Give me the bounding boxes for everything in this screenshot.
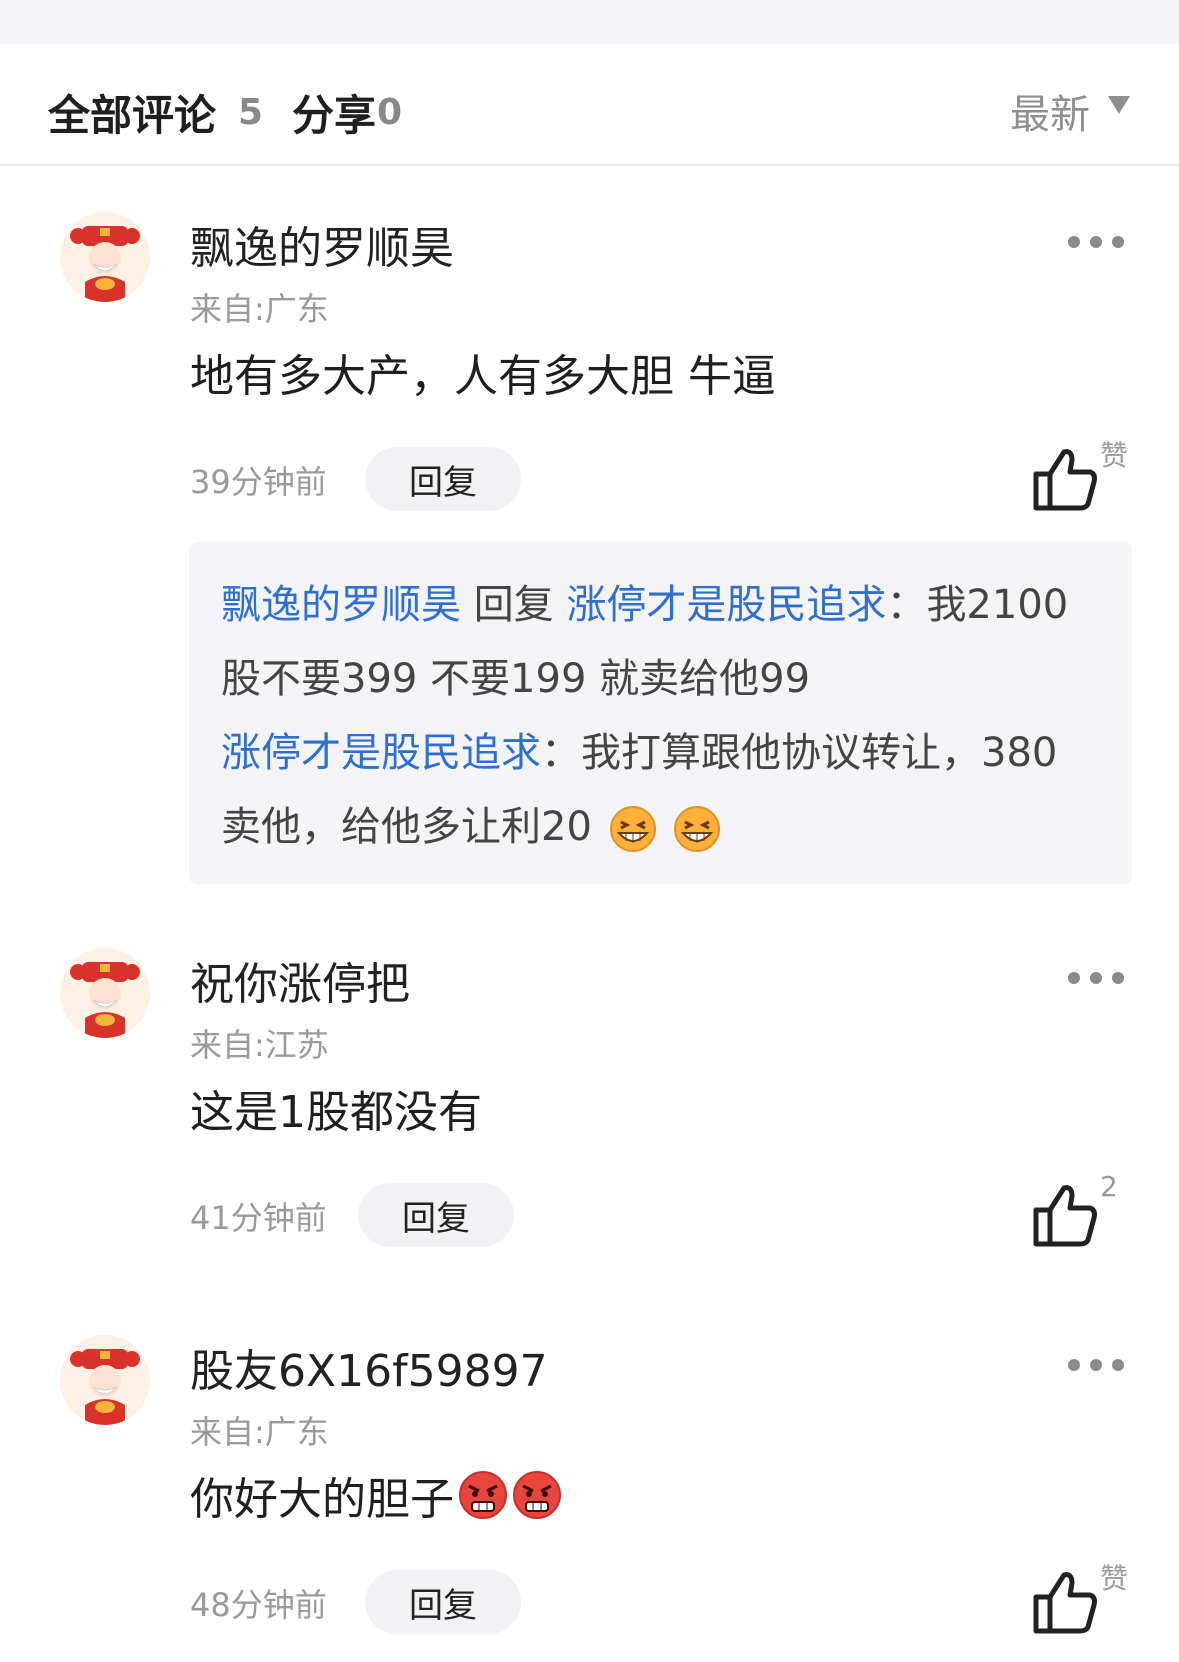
username[interactable]: 股友6X16f59897 [190, 1335, 548, 1399]
timestamp: 39分钟前 [190, 463, 327, 501]
reply-text: 我2100 [926, 582, 1069, 628]
thumbs-up-icon[interactable] [1030, 444, 1100, 514]
reply-item: 涨停才是股民追求：我打算跟他协议转让，380 [221, 716, 1102, 790]
like-count: 2 [1100, 1170, 1118, 1203]
reply-target-link[interactable]: 涨停才是股民追求 [566, 582, 886, 628]
location: 来自:江苏 [190, 1026, 329, 1064]
more-options-icon[interactable] [1068, 972, 1124, 984]
thumbs-up-icon[interactable] [1030, 1567, 1100, 1637]
fortune-god-avatar-icon [60, 212, 150, 302]
comments-count: 5 [238, 92, 264, 133]
share-tab[interactable]: 分享 [292, 82, 376, 143]
avatar[interactable] [60, 212, 150, 302]
reply-thread: 飘逸的罗顺昊 回复 涨停才是股民追求：我2100 股不要399 不要199 就卖… [189, 542, 1132, 884]
reply-colon: ： [541, 730, 581, 776]
like-label: 赞 [1100, 439, 1129, 472]
reply-item-continued: 卖他，给他多让利20 [221, 790, 1102, 864]
reply-text-continued: 卖他，给他多让利20 [221, 804, 592, 850]
comment-body: 你好大的胆子 [190, 1463, 562, 1527]
reply-button[interactable]: 回复 [358, 1183, 514, 1247]
share-count: 0 [377, 92, 403, 133]
all-comments-tab[interactable]: 全部评论 [48, 82, 216, 143]
username[interactable]: 飘逸的罗顺昊 [190, 212, 454, 276]
reply-text: 我打算跟他协议转让，380 [581, 730, 1058, 776]
reply-text-continued: 股不要399 不要199 就卖给他99 [221, 656, 811, 702]
comment-text: 你好大的胆子 [190, 1474, 454, 1525]
angry-emoji-icon [513, 1471, 561, 1519]
timestamp: 48分钟前 [190, 1586, 327, 1624]
angry-emoji-icon [459, 1471, 507, 1519]
location: 来自:广东 [190, 290, 329, 328]
grin-emoji-icon [674, 806, 721, 852]
top-band [0, 0, 1179, 44]
reply-author-link[interactable]: 涨停才是股民追求 [221, 730, 541, 776]
reply-item: 飘逸的罗顺昊 回复 涨停才是股民追求：我2100 [221, 568, 1102, 642]
more-options-icon[interactable] [1068, 236, 1124, 248]
reply-button[interactable]: 回复 [365, 1570, 521, 1634]
username[interactable]: 祝你涨停把 [190, 948, 410, 1012]
fortune-god-avatar-icon [60, 948, 150, 1038]
reply-word: 回复 [473, 582, 554, 628]
grin-emoji-icon [609, 806, 656, 852]
timestamp: 41分钟前 [190, 1199, 327, 1237]
fortune-god-avatar-icon [60, 1335, 150, 1425]
like-label: 赞 [1100, 1562, 1129, 1595]
reply-colon: ： [886, 582, 927, 628]
more-options-icon[interactable] [1068, 1359, 1124, 1371]
thumbs-up-icon[interactable] [1030, 1180, 1100, 1250]
location: 来自:广东 [190, 1413, 329, 1451]
comments-header: 全部评论 5 分享 0 最新 [0, 44, 1179, 166]
dropdown-arrow-icon[interactable] [1108, 96, 1130, 114]
sort-dropdown[interactable]: 最新 [1010, 82, 1090, 140]
comment-text: 这是1股都没有 [190, 1087, 482, 1138]
avatar[interactable] [60, 948, 150, 1038]
comment-text: 地有多大产，人有多大胆 牛逼 [190, 351, 776, 402]
avatar[interactable] [60, 1335, 150, 1425]
reply-author-link[interactable]: 飘逸的罗顺昊 [221, 582, 461, 628]
reply-button[interactable]: 回复 [365, 447, 521, 511]
